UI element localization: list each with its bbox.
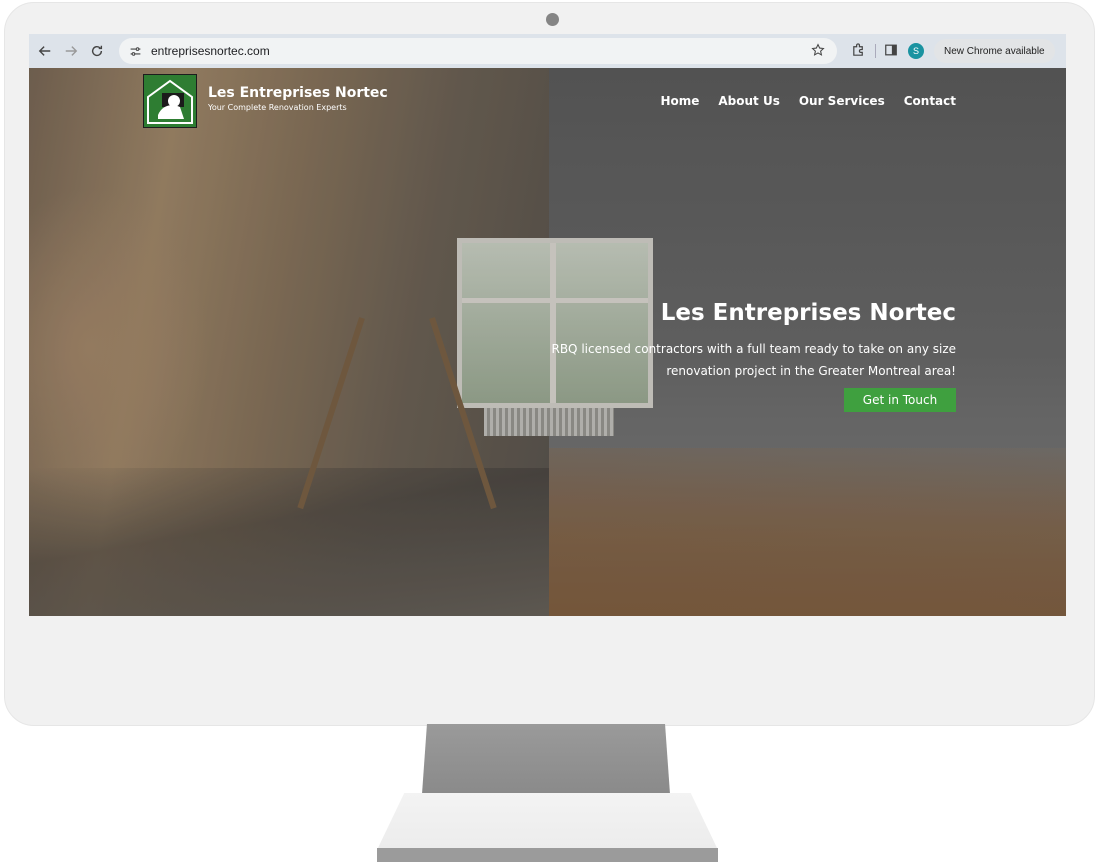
url-text[interactable]: entreprisesnortec.com (151, 44, 270, 58)
browser-toolbar: entreprisesnortec.com S New Chrome avail… (29, 34, 1066, 68)
nav-home[interactable]: Home (660, 94, 699, 108)
site-name[interactable]: Les Entreprises Nortec (208, 85, 388, 101)
main-nav: Home About Us Our Services Contact (660, 94, 956, 108)
bookmark-star-icon[interactable] (811, 43, 827, 59)
site-tagline: Your Complete Renovation Experts (208, 103, 347, 112)
monitor-stand-base-edge (377, 848, 718, 862)
nav-about-us[interactable]: About Us (718, 94, 779, 108)
nav-contact[interactable]: Contact (904, 94, 956, 108)
get-in-touch-button[interactable]: Get in Touch (844, 388, 956, 412)
hero-description-line: RBQ licensed contractors with a full tea… (551, 342, 956, 356)
hero-section: Les Entreprises Nortec Your Complete Ren… (29, 68, 1066, 616)
screen: entreprisesnortec.com S New Chrome avail… (29, 34, 1066, 616)
nav-our-services[interactable]: Our Services (799, 94, 885, 108)
hero-description-line: renovation project in the Greater Montre… (666, 364, 956, 378)
monitor-stand-base (377, 793, 718, 850)
reload-icon[interactable] (85, 39, 109, 63)
back-arrow-icon[interactable] (33, 39, 57, 63)
side-panel-icon[interactable] (884, 43, 900, 59)
forward-arrow-icon[interactable] (59, 39, 83, 63)
camera-dot (546, 13, 559, 26)
site-logo[interactable] (143, 74, 197, 128)
new-chrome-available-button[interactable]: New Chrome available (934, 39, 1055, 63)
monitor-stand-neck (422, 724, 670, 794)
extensions-icon[interactable] (851, 43, 867, 59)
profile-avatar[interactable]: S (908, 43, 924, 59)
hero-title: Les Entreprises Nortec (660, 300, 956, 326)
address-bar[interactable]: entreprisesnortec.com (119, 38, 837, 64)
site-settings-icon[interactable] (127, 43, 143, 59)
toolbar-divider (875, 44, 876, 58)
hero-description: RBQ licensed contractors with a full tea… (536, 338, 956, 382)
